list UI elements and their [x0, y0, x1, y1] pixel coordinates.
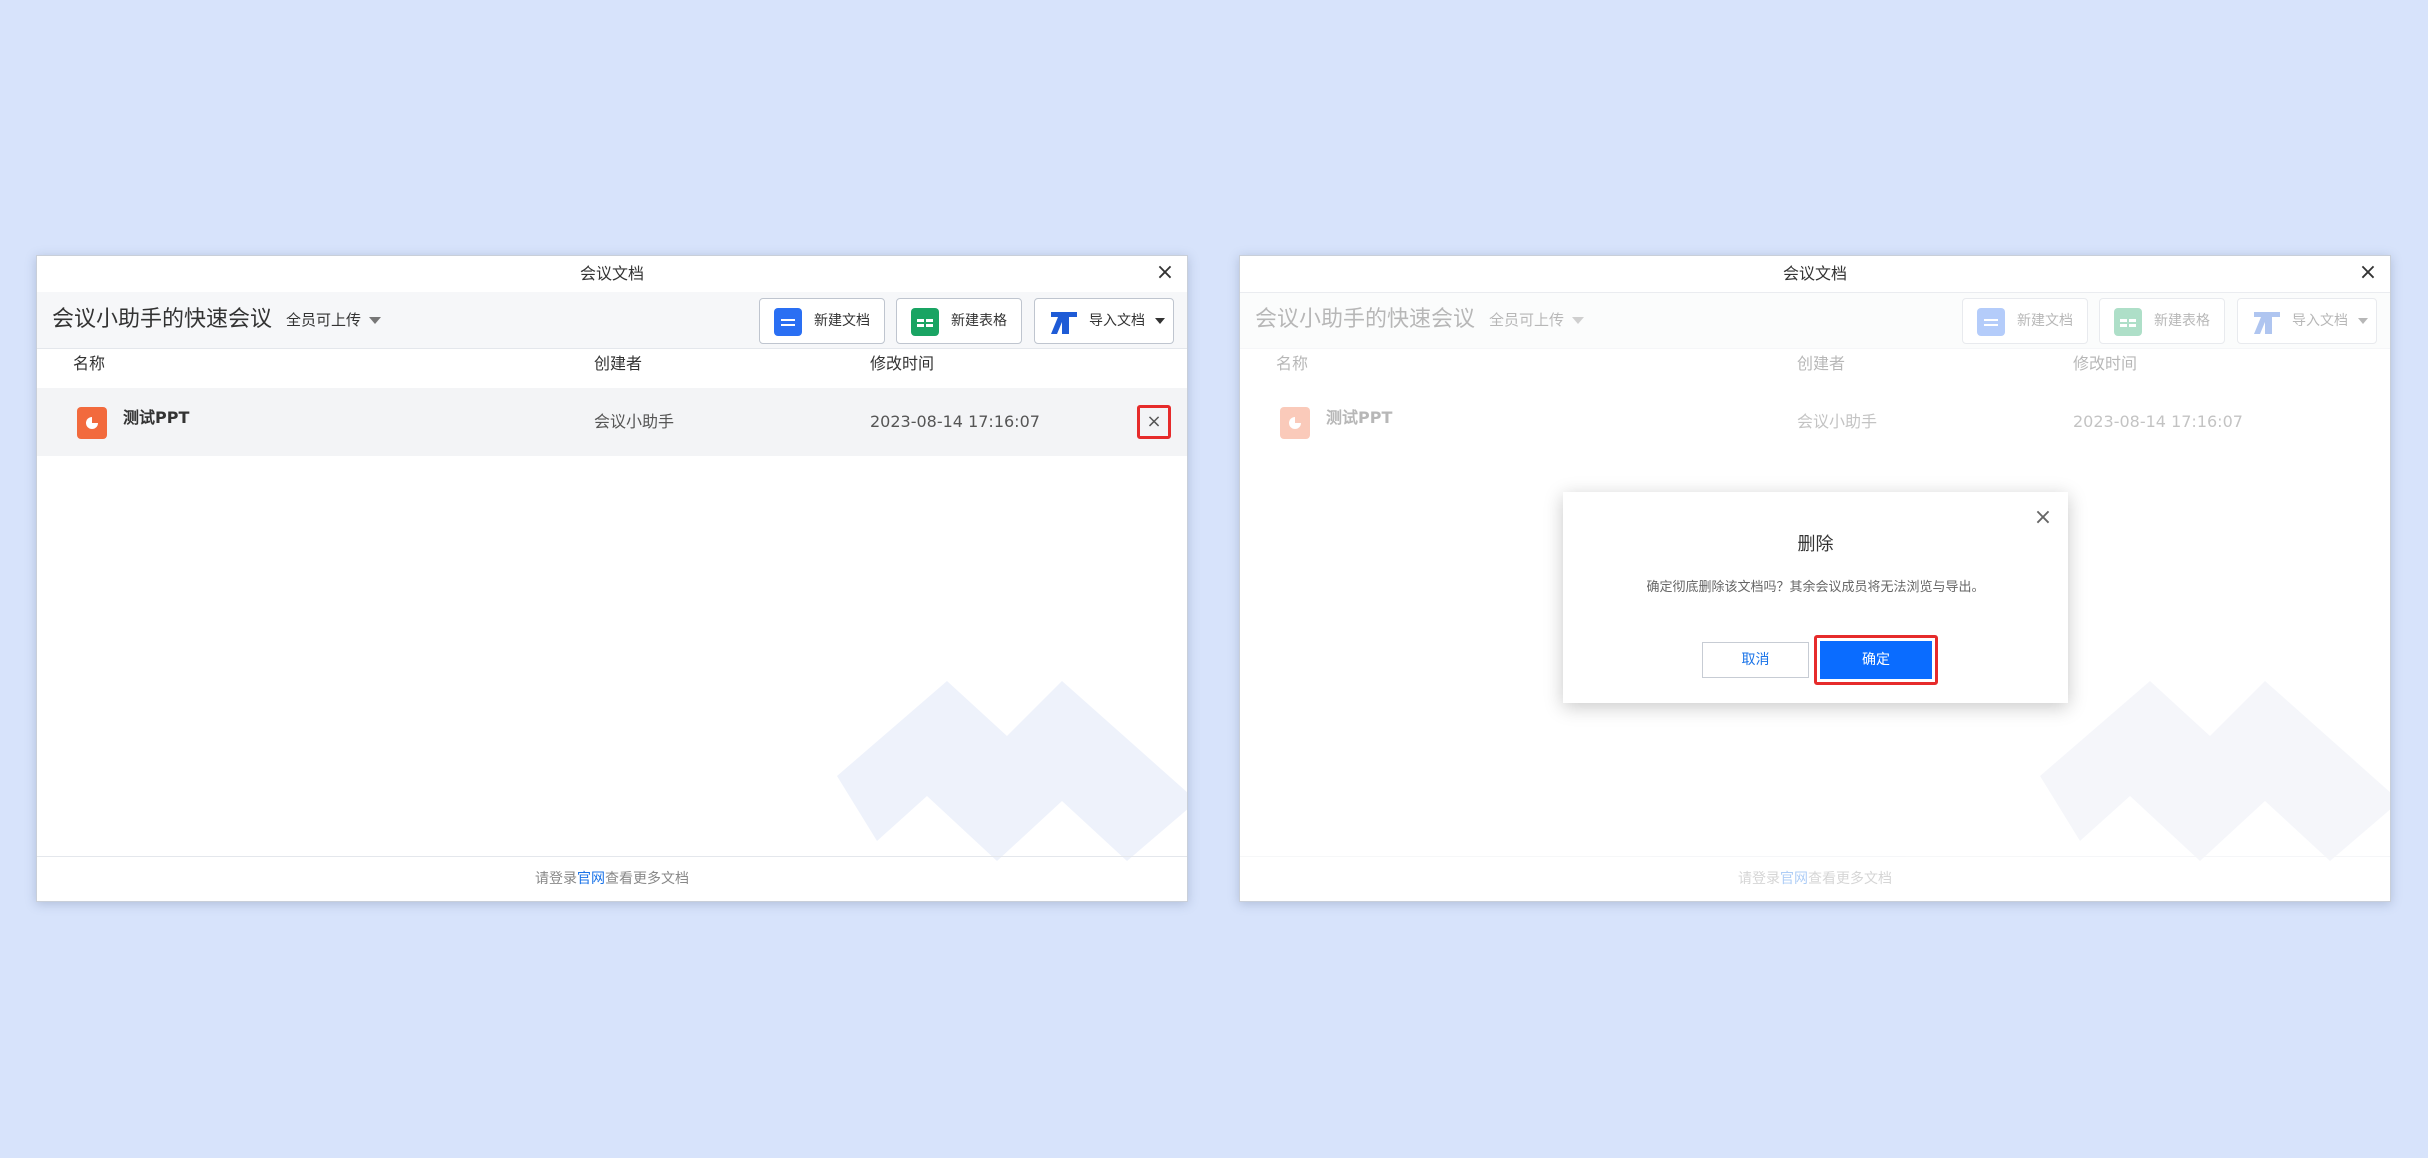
column-creator: 创建者 [594, 354, 643, 373]
spreadsheet-icon [911, 308, 939, 336]
file-modified-time: 2023-08-14 17:16:07 [2073, 412, 2243, 431]
new-sheet-label: 新建表格 [951, 313, 1007, 329]
document-icon [1977, 308, 2005, 336]
close-icon[interactable]: × [1153, 256, 1177, 292]
ppt-file-icon [1280, 407, 1310, 439]
table-row[interactable]: 测试PPT 会议小助手 2023-08-14 17:16:07 × [37, 388, 1187, 456]
table-header: 名称 创建者 修改时间 [37, 348, 1187, 380]
new-sheet-label: 新建表格 [2154, 313, 2210, 329]
file-name[interactable]: 测试PPT [123, 388, 189, 448]
delete-file-button[interactable]: × [1137, 405, 1171, 439]
window-titlebar: 会议文档 × [37, 256, 1187, 293]
dialog-title: 删除 [1797, 534, 1834, 555]
new-sheet-button[interactable]: 新建表格 [896, 298, 1022, 344]
import-icon [1049, 308, 1077, 336]
upload-scope-dropdown: 全员可上传 [1489, 292, 1585, 348]
caret-down-icon [369, 317, 382, 324]
ppt-file-icon [77, 407, 107, 439]
column-name: 名称 [1276, 354, 1309, 373]
dialog-close-icon[interactable]: × [2030, 506, 2056, 532]
column-creator: 创建者 [1797, 354, 1846, 373]
brand-watermark-icon [2040, 681, 2390, 861]
table-row: 测试PPT 会议小助手 2023-08-14 17:16:07 [1240, 388, 2390, 456]
caret-down-icon [1572, 317, 1585, 324]
column-modified: 修改时间 [2073, 354, 2138, 373]
official-site-link: 官网 [1780, 871, 1808, 887]
meeting-docs-window: 会议文档 × 会议小助手的快速会议 全员可上传 新建文档 新建表格 导入文档 名… [36, 255, 1188, 902]
column-modified: 修改时间 [870, 354, 935, 373]
dialog-message: 确定彻底删除该文档吗？其余会议成员将无法浏览与导出。 [1646, 580, 1985, 595]
footer: 请登录官网查看更多文档 [37, 856, 1187, 901]
import-doc-label: 导入文档 [2292, 313, 2348, 329]
spreadsheet-icon [2114, 308, 2142, 336]
file-name: 测试PPT [1326, 408, 1393, 427]
document-icon [774, 308, 802, 336]
upload-scope-label: 全员可上传 [286, 311, 362, 329]
delete-confirm-dialog: × 删除 确定彻底删除该文档吗？其余会议成员将无法浏览与导出。 取消 确定 [1563, 492, 2068, 703]
file-modified-time: 2023-08-14 17:16:07 [870, 412, 1040, 431]
new-doc-label: 新建文档 [814, 313, 870, 329]
footer-suffix: 查看更多文档 [605, 871, 689, 887]
column-name: 名称 [73, 354, 106, 373]
upload-scope-dropdown[interactable]: 全员可上传 [286, 292, 382, 348]
toolbar: 会议小助手的快速会议 全员可上传 新建文档 新建表格 导入文档 [1240, 292, 2390, 349]
file-creator: 会议小助手 [594, 412, 675, 431]
footer-prefix: 请登录 [1738, 871, 1780, 887]
footer: 请登录官网查看更多文档 [1240, 856, 2390, 901]
window-title: 会议文档 [579, 264, 644, 283]
chevron-down-icon[interactable] [1155, 318, 1165, 324]
cancel-button[interactable]: 取消 [1702, 642, 1809, 678]
new-doc-button[interactable]: 新建文档 [759, 298, 885, 344]
import-doc-button[interactable]: 导入文档 [1034, 298, 1174, 344]
import-doc-button: 导入文档 [2237, 298, 2377, 344]
file-creator: 会议小助手 [1797, 412, 1878, 431]
new-doc-button: 新建文档 [1962, 298, 2088, 344]
confirm-button[interactable]: 确定 [1820, 641, 1932, 679]
import-doc-label: 导入文档 [1089, 313, 1145, 329]
table-header: 名称 创建者 修改时间 [1240, 348, 2390, 380]
footer-suffix: 查看更多文档 [1808, 871, 1892, 887]
official-site-link[interactable]: 官网 [577, 871, 605, 887]
chevron-down-icon [2358, 318, 2368, 324]
brand-watermark-icon [837, 681, 1187, 861]
upload-scope-label: 全员可上传 [1489, 311, 1565, 329]
new-doc-label: 新建文档 [2017, 313, 2073, 329]
toolbar: 会议小助手的快速会议 全员可上传 新建文档 新建表格 导入文档 [37, 292, 1187, 349]
new-sheet-button: 新建表格 [2099, 298, 2225, 344]
meeting-title: 会议小助手的快速会议 [1255, 307, 1476, 332]
footer-prefix: 请登录 [535, 871, 577, 887]
meeting-title: 会议小助手的快速会议 [52, 307, 273, 332]
import-icon [2252, 308, 2280, 336]
